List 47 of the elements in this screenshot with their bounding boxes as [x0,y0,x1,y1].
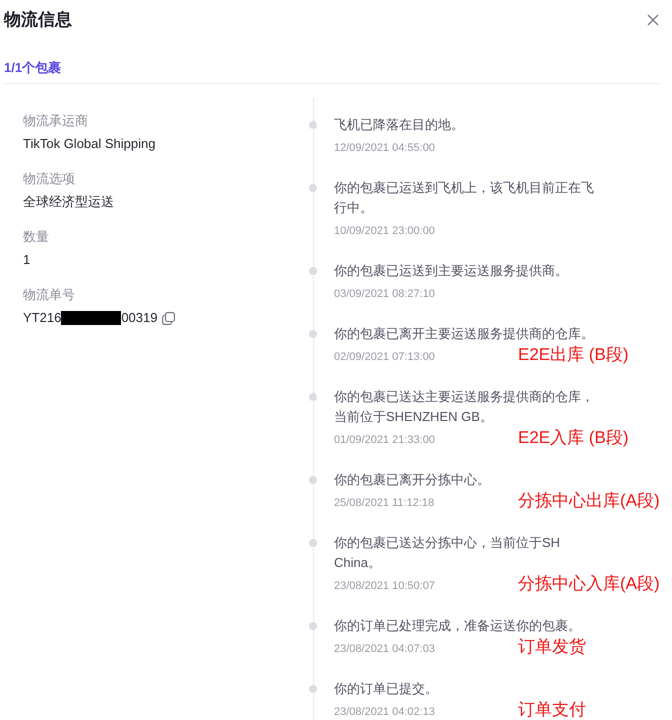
close-button[interactable] [646,13,660,27]
field-value: TikTok Global Shipping [23,135,156,153]
event-text: 你的包裹已送达主要运送服务提供商的仓库，当前位于SHENZHEN GB。 [334,388,595,426]
annotation-text: 订单发货 [518,636,586,658]
timeline-dot-icon [309,685,317,693]
timeline-dot-icon [309,539,317,547]
event-time: 03/09/2021 08:27:10 [334,287,435,302]
field-label: 数量 [23,228,49,246]
timeline-dot-icon [309,184,317,192]
tracking-number-start: YT216 [23,309,62,327]
event-time: 01/09/2021 21:33:00 [334,433,435,448]
copy-icon[interactable] [162,312,176,324]
event-time: 23/08/2021 04:02:13 [334,705,435,720]
package-tab[interactable]: 1/1个包裹 [4,60,62,76]
field-label: 物流选项 [23,170,75,188]
timeline-dot-icon [309,476,317,484]
tracking-number-end: 00319 [121,309,158,327]
event-time: 23/08/2021 04:07:03 [334,642,435,657]
event-text: 你的包裹已离开主要运送服务提供商的仓库。 [334,325,595,343]
event-text: 你的包裹已运送到飞机上，该飞机目前正在飞行中。 [334,179,595,217]
event-time: 12/09/2021 04:55:00 [334,141,435,156]
event-text: 你的包裹已离开分拣中心。 [334,471,491,489]
event-time: 02/09/2021 07:13:00 [334,350,435,365]
field-label: 物流单号 [23,286,75,304]
event-time: 23/08/2021 10:50:07 [334,579,435,594]
event-text: 你的订单已处理完成，准备运送你的包裹。 [334,617,582,635]
timeline-dot-icon [309,393,317,401]
field-value: 1 [23,251,30,269]
event-text: 你的订单已提交。 [334,680,439,698]
field-value: 全球经济型运送 [23,193,114,211]
event-text: 你的包裹已运送到主要运送服务提供商。 [334,262,569,280]
annotation-text: 订单支付 [518,699,586,720]
timeline-dot-icon [309,622,317,630]
close-icon [647,14,659,26]
timeline-dot-icon [309,267,317,275]
timeline-dot-icon [309,330,317,338]
dialog-title: 物流信息 [4,9,72,31]
event-time: 10/09/2021 23:00:00 [334,224,435,239]
event-time: 25/08/2021 11:12:18 [334,496,434,511]
timeline-dot-icon [309,121,317,129]
event-text: 飞机已降落在目的地。 [334,116,465,134]
event-text: 你的包裹已送达分拣中心，当前位于SH China。 [334,534,562,572]
annotation-text: 分拣中心入库(A段) [518,573,660,595]
field-label: 物流承运商 [23,112,88,130]
annotation-text: 分拣中心出库(A段) [518,490,660,512]
annotation-text: E2E入库 (B段) [518,427,629,449]
annotation-text: E2E出库 (B段) [518,344,629,366]
